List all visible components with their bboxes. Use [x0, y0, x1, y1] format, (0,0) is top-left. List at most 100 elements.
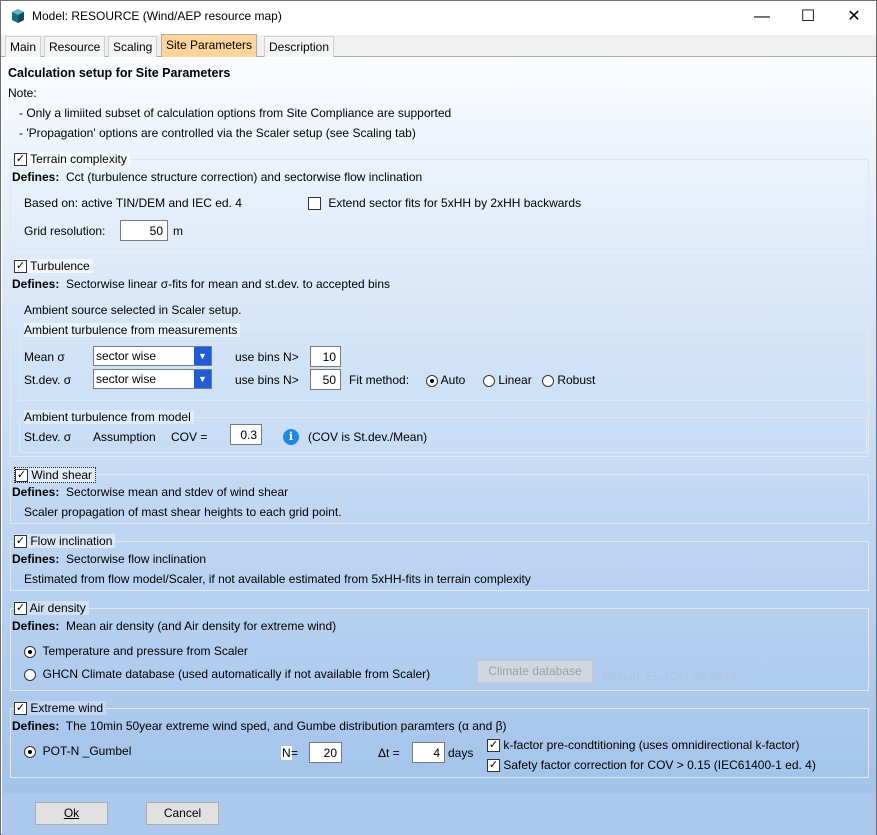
- ambient-source-text: Ambient source selected in Scaler setup.: [24, 303, 242, 317]
- chevron-down-icon[interactable]: ▼: [194, 370, 211, 388]
- measurements-group-label: Ambient turbulence from measurements: [24, 323, 241, 337]
- air-density-label: Air density: [29, 601, 86, 615]
- kfactor-option[interactable]: ✓ k-factor pre-condtitioning (uses omnid…: [487, 738, 800, 753]
- air-option-scaler[interactable]: Temperature and pressure from Scaler: [24, 644, 248, 658]
- tab-resource[interactable]: Resource: [44, 36, 106, 57]
- extend-sector-fits-label: Extend sector fits for 5xHH by 2xHH back…: [328, 196, 582, 210]
- terrain-defines-text: Cct (turbulence structure correction) an…: [66, 170, 423, 184]
- flow-checkbox[interactable]: ✓: [14, 535, 27, 549]
- air-density-defines: Defines: Mean air density (and Air densi…: [12, 619, 336, 633]
- fit-auto-label: Auto: [440, 373, 466, 387]
- mean-bins-input[interactable]: 10: [310, 346, 341, 367]
- app-logo-icon: [12, 9, 24, 23]
- assumption-label: Assumption: [93, 430, 156, 444]
- dt-unit: days: [448, 746, 474, 760]
- chevron-down-icon[interactable]: ▼: [194, 347, 211, 365]
- air-density-defines-text: Mean air density (and Air density for ex…: [66, 619, 337, 633]
- station-label: Station: EL TOR V3 2014: [602, 669, 737, 683]
- extreme-wind-checkbox-wrap[interactable]: ✓ Extreme wind: [14, 701, 107, 716]
- note-line-2: - 'Propagation' options are controlled v…: [19, 126, 416, 140]
- terrain-based-on: Based on: active TIN/DEM and IEC ed. 4: [24, 196, 242, 210]
- cov-input[interactable]: 0.3: [230, 424, 262, 445]
- turbulence-checkbox[interactable]: ✓: [14, 260, 27, 274]
- grid-resolution-input[interactable]: 50: [120, 220, 168, 241]
- maximize-button[interactable]: ☐: [785, 1, 831, 32]
- turbulence-checkbox-wrap[interactable]: ✓ Turbulence: [14, 259, 93, 274]
- kfactor-checkbox[interactable]: ✓: [487, 739, 500, 753]
- safety-factor-checkbox[interactable]: ✓: [487, 759, 500, 773]
- wind-shear-label: Wind shear: [31, 468, 93, 482]
- air-option-ghcn-radio[interactable]: [24, 668, 36, 681]
- cov-label: COV =: [171, 430, 208, 444]
- minimize-button[interactable]: —: [739, 1, 785, 32]
- tab-description[interactable]: Description: [264, 36, 335, 57]
- mean-bins-label: use bins N>: [235, 350, 299, 364]
- window-title: Model: RESOURCE (Wind/AEP resource map): [32, 9, 282, 23]
- extreme-wind-checkbox[interactable]: ✓: [14, 702, 27, 716]
- tab-site-parameters[interactable]: Site Parameters: [161, 34, 258, 57]
- defines-label: Defines:: [12, 485, 60, 499]
- fit-auto-radio[interactable]: [426, 374, 438, 387]
- close-button[interactable]: ✕: [831, 1, 877, 32]
- wind-shear-checkbox[interactable]: ✓: [15, 469, 28, 483]
- page-title: Calculation setup for Site Parameters: [8, 66, 231, 80]
- std-sigma-label: St.dev. σ: [24, 373, 72, 387]
- terrain-defines: Defines: Cct (turbulence structure corre…: [12, 170, 422, 184]
- std-bins-input[interactable]: 50: [310, 369, 341, 390]
- grid-resolution-unit: m: [173, 224, 183, 238]
- flow-defines: Defines: Sectorwise flow inclination: [12, 552, 206, 566]
- fit-linear-option[interactable]: Linear: [483, 373, 532, 387]
- air-density-checkbox-wrap[interactable]: ✓ Air density: [14, 601, 89, 616]
- wind-shear-defines-text: Sectorwise mean and stdev of wind shear: [66, 485, 289, 499]
- extreme-wind-label: Extreme wind: [30, 701, 104, 715]
- wind-shear-detail: Scaler propagation of mast shear heights…: [24, 505, 342, 519]
- extend-sector-fits-option[interactable]: Extend sector fits for 5xHH by 2xHH back…: [308, 196, 582, 211]
- extreme-wind-defines: Defines: The 10min 50year extreme wind s…: [12, 719, 507, 733]
- tab-main[interactable]: Main: [5, 36, 42, 57]
- flow-detail: Estimated from flow model/Scaler, if not…: [24, 572, 531, 586]
- defines-label: Defines:: [12, 170, 60, 184]
- flow-defines-text: Sectorwise flow inclination: [66, 552, 207, 566]
- climate-database-button[interactable]: Climate database: [477, 660, 593, 683]
- std-sigma-select-value: sector wise: [96, 372, 157, 386]
- mean-sigma-select[interactable]: sector wise ▼: [93, 346, 212, 366]
- terrain-checkbox[interactable]: ✓: [14, 153, 27, 167]
- fit-method-label: Fit method:: [349, 373, 410, 387]
- flow-label: Flow inclination: [30, 534, 113, 548]
- pot-n-gumbel-option[interactable]: POT-N _Gumbel: [24, 744, 131, 758]
- dialog-window: Model: RESOURCE (Wind/AEP resource map) …: [0, 0, 877, 835]
- fit-linear-radio[interactable]: [483, 374, 495, 387]
- fit-linear-label: Linear: [498, 373, 532, 387]
- info-icon[interactable]: i: [283, 429, 299, 445]
- model-group-label: Ambient turbulence from model: [24, 410, 194, 424]
- kfactor-label: k-factor pre-condtitioning (uses omnidir…: [503, 738, 800, 752]
- ok-button[interactable]: Ok: [35, 802, 108, 825]
- fit-robust-option[interactable]: Robust: [542, 373, 595, 387]
- title-bar: Model: RESOURCE (Wind/AEP resource map) …: [1, 1, 876, 32]
- extend-sector-fits-checkbox[interactable]: [308, 197, 321, 211]
- turbulence-label: Turbulence: [30, 259, 90, 273]
- pot-n-gumbel-radio[interactable]: [24, 745, 36, 758]
- terrain-checkbox-wrap[interactable]: ✓ Terrain complexity: [14, 152, 130, 167]
- safety-factor-option[interactable]: ✓ Safety factor correction for COV > 0.1…: [487, 758, 816, 773]
- model-std-label: St.dev. σ: [24, 430, 72, 444]
- std-sigma-select[interactable]: sector wise ▼: [93, 369, 212, 389]
- air-option-ghcn[interactable]: GHCN Climate database (used automaticall…: [24, 667, 430, 681]
- turbulence-defines-text: Sectorwise linear σ-fits for mean and st…: [66, 277, 391, 291]
- dt-input[interactable]: 4: [412, 742, 445, 763]
- defines-label: Defines:: [12, 719, 60, 733]
- air-option-scaler-label: Temperature and pressure from Scaler: [42, 644, 248, 658]
- n-input[interactable]: 20: [309, 742, 342, 763]
- wind-shear-checkbox-wrap[interactable]: ✓ Wind shear: [14, 467, 97, 484]
- tab-scaling[interactable]: Scaling: [108, 36, 158, 57]
- defines-label: Defines:: [12, 277, 60, 291]
- button-bar: Ok Cancel: [2, 793, 876, 835]
- fit-robust-radio[interactable]: [542, 374, 554, 387]
- cancel-button[interactable]: Cancel: [146, 802, 219, 825]
- turbulence-defines: Defines: Sectorwise linear σ-fits for me…: [12, 277, 390, 291]
- cov-note: (COV is St.dev./Mean): [308, 430, 428, 444]
- fit-auto-option[interactable]: Auto: [426, 373, 465, 387]
- flow-checkbox-wrap[interactable]: ✓ Flow inclination: [14, 534, 116, 549]
- air-density-checkbox[interactable]: ✓: [14, 602, 27, 616]
- air-option-scaler-radio[interactable]: [24, 645, 36, 658]
